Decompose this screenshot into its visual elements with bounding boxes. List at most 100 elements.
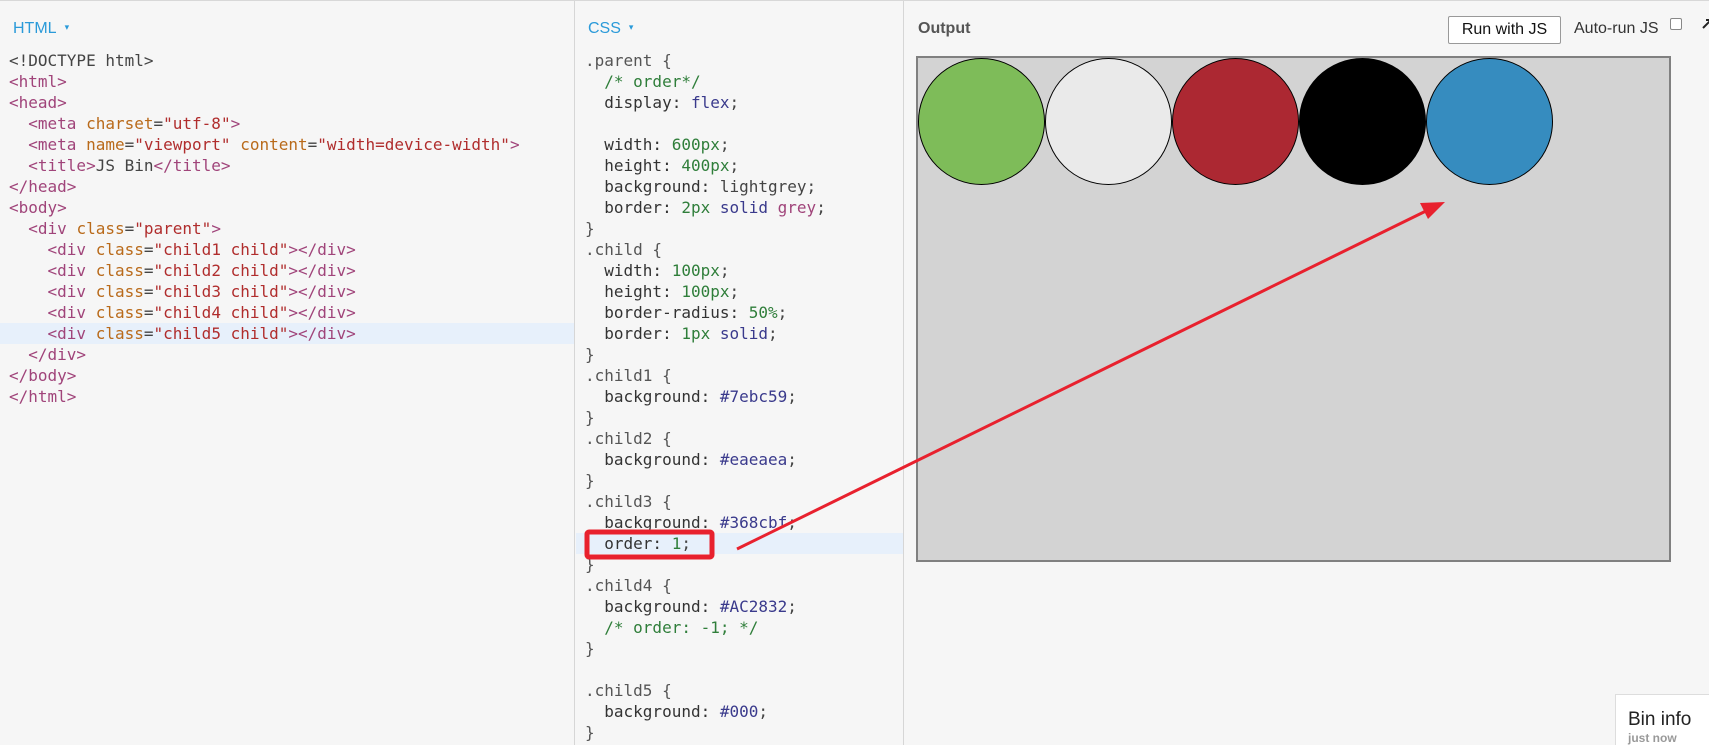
- code-token: .child5 {: [585, 681, 672, 700]
- code-line: background: #AC2832;: [585, 596, 826, 617]
- expand-icon[interactable]: [1700, 17, 1709, 31]
- code-token: ;: [719, 261, 730, 280]
- code-token: 600px: [671, 135, 720, 154]
- css-panel-label[interactable]: CSS ▾: [588, 20, 633, 38]
- code-token: </title>: [153, 156, 231, 175]
- code-line: background: #368cbf;: [585, 512, 826, 533]
- code-token: ;: [787, 597, 797, 616]
- output-flex-parent: [916, 56, 1671, 562]
- code-line: <div class="child3 child"></div>: [9, 281, 520, 302]
- html-panel-title: HTML: [13, 20, 57, 37]
- code-token: background:: [604, 177, 720, 196]
- code-line: .child {: [585, 239, 826, 260]
- code-token: <div: [28, 219, 77, 238]
- code-token: }: [585, 555, 595, 574]
- code-token: <meta: [28, 135, 87, 154]
- code-token: background:: [604, 513, 720, 532]
- bin-info-panel[interactable]: Bin info just now: [1615, 694, 1709, 745]
- html-panel[interactable]: HTML ▾ <!DOCTYPE html> <html> <head> <meta …: [0, 1, 575, 745]
- code-token: 1: [671, 534, 682, 553]
- code-token: <meta: [28, 114, 87, 133]
- code-line: <body>: [9, 197, 520, 218]
- code-token: <div: [47, 282, 96, 301]
- code-token: solid: [719, 198, 778, 217]
- code-token: ;: [768, 324, 778, 343]
- code-token: =: [153, 114, 164, 133]
- code-line: <div class="child2 child"></div>: [9, 260, 520, 281]
- bin-info-title: Bin info: [1628, 709, 1692, 730]
- code-token: </head>: [9, 177, 77, 196]
- code-token: content: [240, 135, 308, 154]
- css-panel[interactable]: CSS ▾ .parent { /* order*/ display: flex;…: [576, 1, 904, 745]
- code-line: border: 2px solid grey;: [585, 197, 826, 218]
- code-token: <title>: [28, 156, 96, 175]
- html-panel-label[interactable]: HTML ▾: [13, 20, 69, 38]
- code-line: }: [585, 407, 826, 428]
- code-token: ;: [816, 198, 826, 217]
- code-token: flex: [690, 93, 730, 112]
- html-code-editor[interactable]: <!DOCTYPE html> <html> <head> <meta charse…: [9, 50, 520, 407]
- code-line: background: lightgrey;: [585, 176, 826, 197]
- output-circle-child2: [1045, 58, 1172, 185]
- bin-info-timestamp: just now: [1628, 731, 1677, 745]
- code-token: <html>: [9, 72, 67, 91]
- output-circle-child5: [1299, 58, 1426, 185]
- code-token: charset: [86, 114, 154, 133]
- css-panel-title: CSS: [588, 20, 621, 37]
- code-token: <!DOCTYPE html>: [9, 51, 154, 70]
- run-with-js-button[interactable]: Run with JS: [1448, 16, 1561, 44]
- code-token: name: [86, 135, 125, 154]
- code-token: .parent {: [585, 51, 672, 70]
- code-line: <meta charset="utf-8">: [9, 113, 520, 134]
- code-token: 100px: [671, 261, 720, 280]
- code-token: background:: [604, 387, 720, 406]
- code-line: <title>JS Bin</title>: [9, 155, 520, 176]
- code-line: <meta name="viewport" content="width=dev…: [9, 134, 519, 155]
- code-token: ;: [729, 93, 740, 112]
- code-line: border: 1px solid;: [585, 323, 826, 344]
- output-panel: Output Run with JS Auto-run JS Bin info …: [905, 1, 1709, 745]
- code-token: .child3 {: [585, 492, 672, 511]
- code-token: /* order*/: [604, 72, 701, 91]
- code-token: "child5 child": [153, 324, 289, 343]
- code-token: #eaeaea: [719, 450, 788, 469]
- code-line: </body>: [9, 365, 520, 386]
- code-line: <div class="parent">: [9, 218, 520, 239]
- auto-run-js-label: Auto-run JS: [1574, 20, 1659, 37]
- code-line: </div>: [9, 344, 520, 365]
- code-token: background:: [604, 702, 720, 721]
- code-token: 2px: [681, 198, 720, 217]
- css-code-editor[interactable]: .parent { /* order*/ display: flex; widt…: [585, 50, 826, 743]
- code-line: .child3 {: [585, 491, 826, 512]
- code-token: <body>: [9, 198, 67, 217]
- code-token: =: [143, 282, 154, 301]
- code-line: }: [585, 218, 826, 239]
- code-line: width: 600px;: [585, 134, 826, 155]
- code-line: height: 400px;: [585, 155, 826, 176]
- code-token: class: [95, 324, 144, 343]
- code-token: ></div>: [288, 240, 356, 259]
- code-token: .child {: [585, 240, 663, 259]
- code-token: =: [143, 303, 154, 322]
- code-line: }: [585, 722, 826, 743]
- code-token: ;: [729, 156, 740, 175]
- code-line: height: 100px;: [585, 281, 826, 302]
- auto-run-js-checkbox[interactable]: [1670, 18, 1682, 30]
- code-token: ></div>: [288, 303, 356, 322]
- code-token: }: [585, 219, 595, 238]
